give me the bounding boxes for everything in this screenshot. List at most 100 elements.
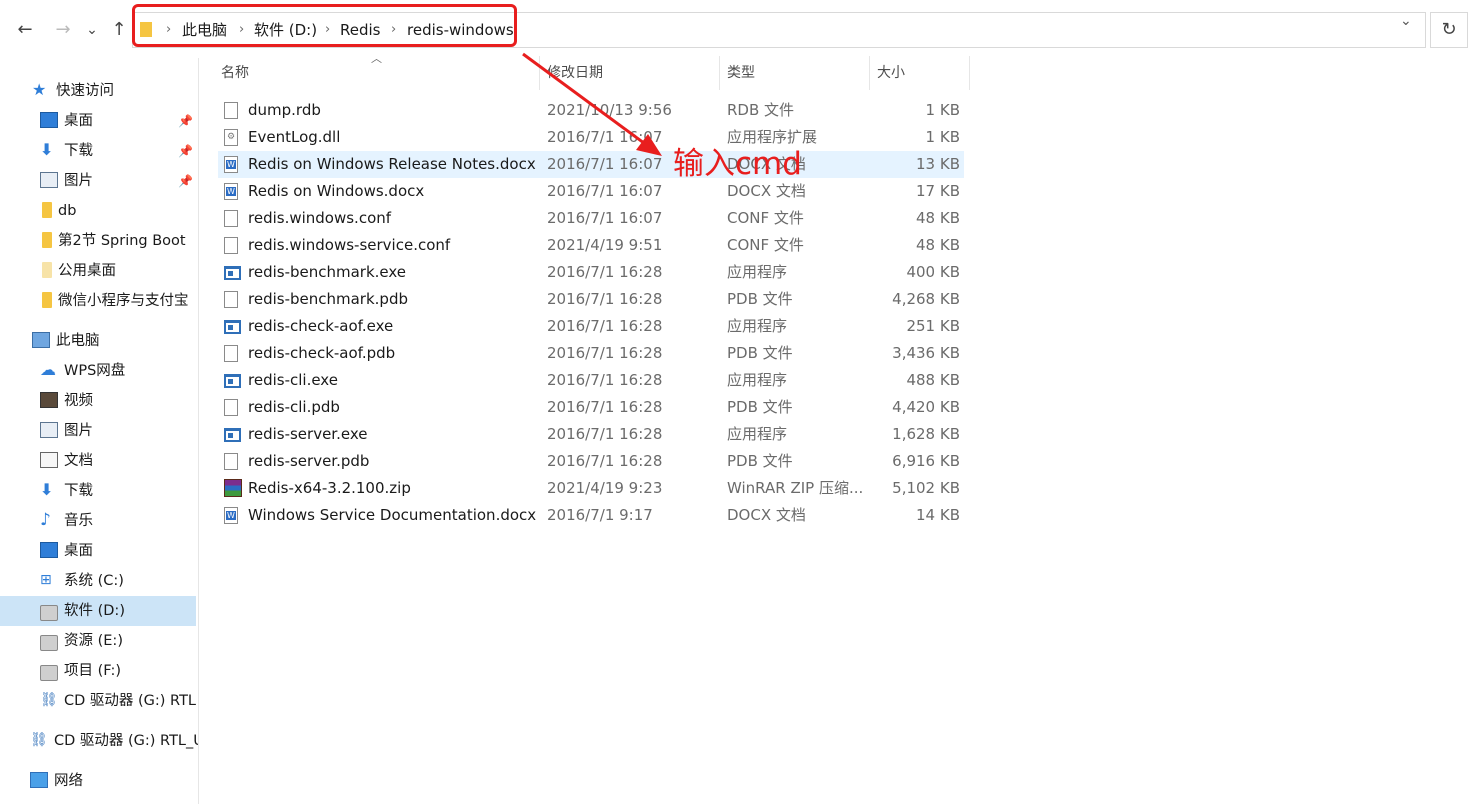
pin-icon[interactable]: 📌: [178, 166, 193, 196]
file-row[interactable]: redis.windows-service.conf 2021/4/19 9:51…: [218, 232, 964, 259]
breadcrumb-annotation-box: [132, 4, 517, 47]
file-row[interactable]: redis-benchmark.pdb 2016/7/1 16:28 PDB 文件 4…: [218, 286, 964, 313]
file-type: PDB 文件: [727, 344, 793, 362]
navigation-pane: ★ 快速访问 桌面 📌 ⬇ 下载 📌 图片 📌 db 第2节 Spring Boot…: [0, 58, 198, 804]
file-row[interactable]: redis-check-aof.pdb 2016/7/1 16:28 PDB 文件 3…: [218, 340, 964, 367]
sidebar-item-this-pc[interactable]: 此电脑: [32, 326, 100, 356]
file-date: 2016/7/1 16:28: [547, 344, 663, 362]
sidebar-item-wps-cloud[interactable]: ☁ WPS网盘: [40, 356, 125, 386]
back-arrow-icon[interactable]: ←: [14, 19, 36, 41]
sidebar-item-spring-boot[interactable]: 第2节 Spring Boot: [42, 226, 186, 256]
recent-locations-chevron-icon[interactable]: ⌄: [84, 19, 100, 41]
sidebar-item-label: CD 驱动器 (G:) RTL: [64, 693, 197, 709]
sidebar-item-public-desktop[interactable]: 公用桌面: [42, 256, 116, 286]
word-document-icon: [224, 183, 238, 200]
sidebar-item-downloads[interactable]: ⬇ 下载 📌: [40, 136, 198, 166]
sidebar-item-videos[interactable]: 视频: [40, 386, 93, 416]
file-row[interactable]: redis-cli.pdb 2016/7/1 16:28 PDB 文件 4,420 K…: [218, 394, 964, 421]
file-row[interactable]: EventLog.dll2016/7/1 16:07应用程序扩展1 KB: [218, 124, 964, 151]
file-row[interactable]: redis-server.pdb 2016/7/1 16:28 PDB 文件 6,91…: [218, 448, 964, 475]
sidebar-item-documents[interactable]: 文档: [40, 446, 93, 476]
word-document-icon: [224, 507, 238, 524]
sidebar-item-label: 微信小程序与支付宝: [58, 293, 189, 309]
file-row[interactable]: redis-benchmark.exe 2016/7/1 16:28 应用程序 400…: [218, 259, 964, 286]
sidebar-item-drive-d[interactable]: 软件 (D:): [0, 596, 196, 626]
column-header-size[interactable]: 大小: [877, 56, 967, 90]
folder-icon: [42, 202, 52, 218]
file-row[interactable]: Redis-x64-3.2.100.zip 2021/4/19 9:23 WinRA…: [218, 475, 964, 502]
sidebar-item-music[interactable]: ♪ 音乐: [40, 506, 93, 536]
column-divider[interactable]: [869, 56, 870, 90]
file-name: redis.windows-service.conf: [248, 236, 451, 254]
pictures-icon: [40, 172, 58, 188]
file-date: 2021/10/13 9:56: [547, 101, 672, 119]
cloud-icon: ☁: [40, 360, 56, 379]
file-size: 4,420 KB: [892, 398, 960, 416]
up-arrow-icon[interactable]: ↑: [108, 19, 130, 41]
folder-icon: [42, 292, 52, 308]
file-row[interactable]: dump.rdb 2021/10/13 9:56 RDB 文件 1 KB: [218, 97, 964, 124]
file-row[interactable]: Redis on Windows Release Notes.docx 2016/…: [218, 151, 964, 178]
file-row[interactable]: redis-check-aof.exe 2016/7/1 16:28 应用程序 251…: [218, 313, 964, 340]
pictures-icon: [40, 422, 58, 438]
file-row[interactable]: redis-server.exe 2016/7/1 16:28 应用程序 1,628 …: [218, 421, 964, 448]
column-header-date[interactable]: 修改日期: [547, 56, 717, 90]
sidebar-item-wechat-miniprogram[interactable]: 微信小程序与支付宝: [42, 286, 189, 316]
file-date: 2016/7/1 9:17: [547, 506, 653, 524]
file-icon: [224, 237, 238, 254]
pin-icon[interactable]: 📌: [178, 106, 193, 136]
sidebar-item-desktop-pc[interactable]: 桌面: [40, 536, 93, 566]
address-history-chevron-icon[interactable]: ⌄: [1400, 13, 1412, 29]
drive-icon: [40, 665, 58, 681]
file-row[interactable]: redis.windows.conf 2016/7/1 16:07 CONF 文件 4…: [218, 205, 964, 232]
windows-drive-icon: ⊞: [40, 572, 52, 588]
sidebar-item-pictures-pc[interactable]: 图片: [40, 416, 93, 446]
pane-divider[interactable]: [198, 58, 199, 804]
file-size: 4,268 KB: [892, 290, 960, 308]
column-header-name[interactable]: 名称: [221, 56, 539, 90]
column-divider[interactable]: [969, 56, 970, 90]
drive-icon: [40, 605, 58, 621]
sidebar-item-drive-f[interactable]: 项目 (F:): [40, 656, 121, 686]
forward-arrow-icon[interactable]: →: [52, 19, 74, 41]
sidebar-item-cd-drive[interactable]: ⛓ CD 驱动器 (G:) RTL: [40, 686, 196, 716]
quick-access[interactable]: ★ 快速访问: [32, 76, 114, 106]
file-name: redis-server.pdb: [248, 452, 370, 470]
file-row[interactable]: Windows Service Documentation.docx 2016/7…: [218, 502, 964, 529]
sidebar-item-db[interactable]: db: [42, 196, 76, 226]
sidebar-item-label: 此电脑: [56, 333, 100, 349]
dll-file-icon: [224, 129, 238, 146]
application-icon: [224, 428, 241, 442]
sidebar-item-label: 音乐: [64, 513, 93, 529]
sidebar-item-label: 资源 (E:): [64, 633, 123, 649]
column-divider[interactable]: [719, 56, 720, 90]
pin-icon[interactable]: 📌: [178, 136, 193, 166]
file-type: PDB 文件: [727, 452, 793, 470]
sidebar-item-label: 软件 (D:): [64, 603, 125, 619]
file-size: 488 KB: [906, 371, 960, 389]
sidebar-item-label: 视频: [64, 393, 93, 409]
file-date: 2016/7/1 16:07: [547, 182, 663, 200]
column-header-type[interactable]: 类型: [727, 56, 867, 90]
quick-access-label: 快速访问: [56, 83, 114, 99]
file-row[interactable]: Redis on Windows.docx2016/7/1 16:07DOCX …: [218, 178, 964, 205]
file-row[interactable]: redis-cli.exe 2016/7/1 16:28 应用程序 488 KB: [218, 367, 964, 394]
column-divider[interactable]: [539, 56, 540, 90]
folder-icon: [42, 232, 52, 248]
file-date: 2016/7/1 16:28: [547, 371, 663, 389]
file-date: 2016/7/1 16:28: [547, 290, 663, 308]
sidebar-item-label: 图片: [64, 423, 93, 439]
sidebar-item-label: 文档: [64, 453, 93, 469]
sidebar-item-pictures[interactable]: 图片 📌: [40, 166, 198, 196]
sidebar-item-drive-c[interactable]: ⊞ 系统 (C:): [40, 566, 124, 596]
sidebar-item-desktop[interactable]: 桌面 📌: [40, 106, 198, 136]
sidebar-item-network[interactable]: 网络: [30, 766, 83, 796]
file-icon: [224, 345, 238, 362]
sidebar-item-downloads-pc[interactable]: ⬇ 下载: [40, 476, 93, 506]
file-date: 2016/7/1 16:28: [547, 263, 663, 281]
download-icon: ⬇: [40, 480, 54, 499]
sidebar-item-label: CD 驱动器 (G:) RTL_U: [54, 733, 198, 749]
sidebar-item-cd-drive-root[interactable]: ⛓ CD 驱动器 (G:) RTL_U: [30, 726, 198, 756]
refresh-button[interactable]: ↻: [1430, 12, 1468, 48]
sidebar-item-drive-e[interactable]: 资源 (E:): [40, 626, 123, 656]
